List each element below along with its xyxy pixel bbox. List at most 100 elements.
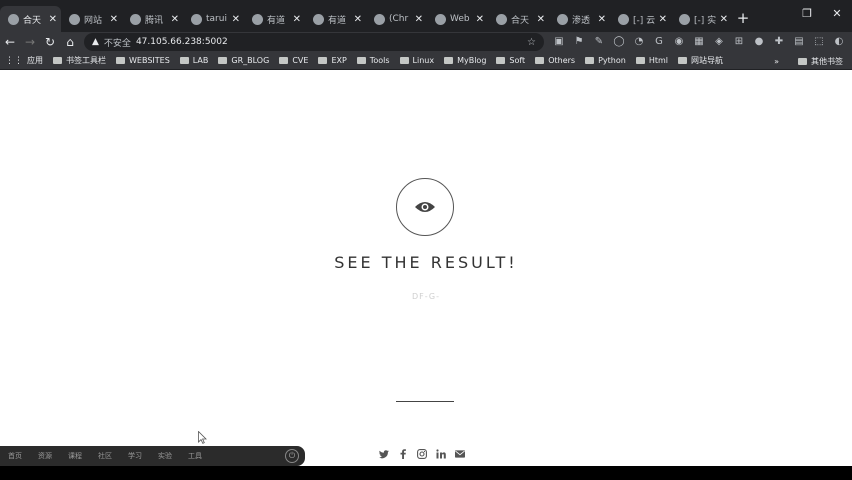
bookmark-folder[interactable]: 书签工具栏: [48, 55, 111, 66]
tab-title: [-] 实例: [694, 15, 716, 26]
taskbar-item[interactable]: 资源: [30, 451, 60, 461]
extension-icon[interactable]: ◉: [672, 34, 686, 48]
bookmark-apps[interactable]: ⋮⋮ 应用: [0, 55, 48, 66]
browser-tab[interactable]: [-] 实例 ✕: [671, 6, 732, 32]
browser-toolbar: ← → ↻ ⌂ ▲ 不安全 47.105.66.238:5002 ☆ ▣ ⚑ ✎…: [0, 32, 852, 52]
linkedin-icon[interactable]: [436, 449, 446, 459]
folder-icon: [399, 57, 409, 64]
tab-favicon-icon: [496, 13, 507, 25]
url-text: 47.105.66.238:5002: [135, 37, 228, 47]
browser-tab[interactable]: 合天 ✕: [0, 6, 61, 32]
tab-close-icon[interactable]: ✕: [598, 14, 606, 25]
bookmark-folder[interactable]: CVE: [274, 56, 313, 65]
extension-icon[interactable]: ◯: [612, 34, 626, 48]
extension-icon[interactable]: ✎: [592, 34, 606, 48]
extension-icon[interactable]: ▤: [792, 34, 806, 48]
bookmark-folder[interactable]: Linux: [395, 56, 440, 65]
extension-icon[interactable]: ⊞: [732, 34, 746, 48]
bookmark-label: Python: [598, 56, 626, 65]
tab-close-icon[interactable]: ✕: [232, 14, 240, 25]
tab-favicon-icon: [374, 13, 385, 25]
bookmark-star-icon[interactable]: ☆: [527, 37, 536, 48]
facebook-icon[interactable]: [398, 449, 408, 459]
other-bookmarks[interactable]: 其他书签: [793, 56, 848, 67]
taskbar-items: 首页 资源 课程 社区 学习 实验 工具: [0, 451, 210, 461]
bookmark-label: EXP: [331, 56, 347, 65]
tab-close-icon[interactable]: ✕: [354, 14, 362, 25]
bookmark-label: Others: [548, 56, 576, 65]
instagram-icon[interactable]: [417, 449, 427, 459]
extension-icon[interactable]: ✚: [772, 34, 786, 48]
apps-grid-icon: ⋮⋮: [5, 55, 23, 66]
result-subtext: DF-G-: [411, 292, 441, 301]
home-icon[interactable]: ⌂: [60, 32, 80, 52]
taskbar-item[interactable]: 课程: [60, 451, 90, 461]
bookmark-label: Linux: [412, 56, 435, 65]
extension-icon[interactable]: ⬚: [812, 34, 826, 48]
tab-close-icon[interactable]: ✕: [110, 14, 118, 25]
page-content: SEE THE RESULT! DF-G-: [0, 70, 852, 470]
bookmark-folder[interactable]: EXP: [313, 56, 351, 65]
power-icon[interactable]: ⏻: [285, 449, 299, 463]
tab-close-icon[interactable]: ✕: [49, 14, 57, 25]
extension-icon[interactable]: ▦: [692, 34, 706, 48]
tab-favicon-icon: [130, 13, 141, 25]
address-bar[interactable]: ▲ 不安全 47.105.66.238:5002 ☆: [84, 33, 544, 51]
bookmark-label: LAB: [192, 56, 209, 65]
folder-icon: [356, 57, 366, 64]
extension-icon[interactable]: ▣: [552, 34, 566, 48]
taskbar-item[interactable]: 首页: [0, 451, 30, 461]
browser-tab[interactable]: 有道 ✕: [305, 6, 366, 32]
back-icon[interactable]: ←: [0, 32, 20, 52]
browser-tab[interactable]: 有道 ✕: [244, 6, 305, 32]
extension-icon[interactable]: ◈: [712, 34, 726, 48]
taskbar-item[interactable]: 学习: [120, 451, 150, 461]
bookmark-folder[interactable]: Others: [530, 56, 580, 65]
new-tab-button[interactable]: +: [732, 6, 754, 32]
result-headline: SEE THE RESULT!: [334, 253, 518, 272]
browser-tab[interactable]: 渗透 ✕: [549, 6, 610, 32]
bookmark-folder[interactable]: GR_BLOG: [213, 56, 274, 65]
taskbar-item[interactable]: 实验: [150, 451, 180, 461]
twitter-icon[interactable]: [379, 449, 389, 459]
reload-icon[interactable]: ↻: [40, 32, 60, 52]
folder-icon: [179, 57, 189, 64]
tab-close-icon[interactable]: ✕: [659, 14, 667, 25]
extension-icon[interactable]: ◐: [832, 34, 846, 48]
tab-close-icon[interactable]: ✕: [476, 14, 484, 25]
taskbar-item[interactable]: 工具: [180, 451, 210, 461]
extension-icon[interactable]: ●: [752, 34, 766, 48]
browser-tab[interactable]: (Chr ✕: [366, 6, 427, 32]
more-bookmarks-button[interactable]: »: [774, 57, 779, 66]
bookmark-folder[interactable]: Soft: [491, 56, 530, 65]
tab-close-icon[interactable]: ✕: [415, 14, 423, 25]
bookmark-folder[interactable]: Html: [631, 56, 673, 65]
tab-favicon-icon: [191, 13, 202, 25]
mail-icon[interactable]: [455, 449, 465, 459]
extension-icon[interactable]: ◔: [632, 34, 646, 48]
tab-close-icon[interactable]: ✕: [537, 14, 545, 25]
extension-icon[interactable]: G: [652, 34, 666, 48]
bookmark-folder[interactable]: Tools: [352, 56, 395, 65]
tab-close-icon[interactable]: ✕: [720, 14, 728, 25]
bookmarks-right: » 其他书签: [774, 52, 848, 70]
browser-tab[interactable]: Web ✕: [427, 6, 488, 32]
browser-tab[interactable]: [-] 云配 ✕: [610, 6, 671, 32]
browser-tab[interactable]: 腾讯 ✕: [122, 6, 183, 32]
browser-tab[interactable]: tarui ✕: [183, 6, 244, 32]
taskbar-item[interactable]: 社区: [90, 451, 120, 461]
bookmark-folder[interactable]: LAB: [175, 56, 214, 65]
folder-icon: [798, 57, 807, 65]
restore-window-icon[interactable]: ❐: [792, 0, 822, 26]
browser-tab[interactable]: 网站 ✕: [61, 6, 122, 32]
bookmark-folder[interactable]: Python: [580, 56, 631, 65]
bookmark-folder[interactable]: 网站导航: [673, 55, 728, 66]
bookmark-folder[interactable]: MyBlog: [439, 56, 491, 65]
extension-icon[interactable]: ⚑: [572, 34, 586, 48]
forward-icon[interactable]: →: [20, 32, 40, 52]
tab-close-icon[interactable]: ✕: [293, 14, 301, 25]
browser-tab[interactable]: 合天 ✕: [488, 6, 549, 32]
close-window-icon[interactable]: ✕: [822, 0, 852, 26]
bookmark-folder[interactable]: WEBSITES: [111, 56, 175, 65]
tab-close-icon[interactable]: ✕: [171, 14, 179, 25]
